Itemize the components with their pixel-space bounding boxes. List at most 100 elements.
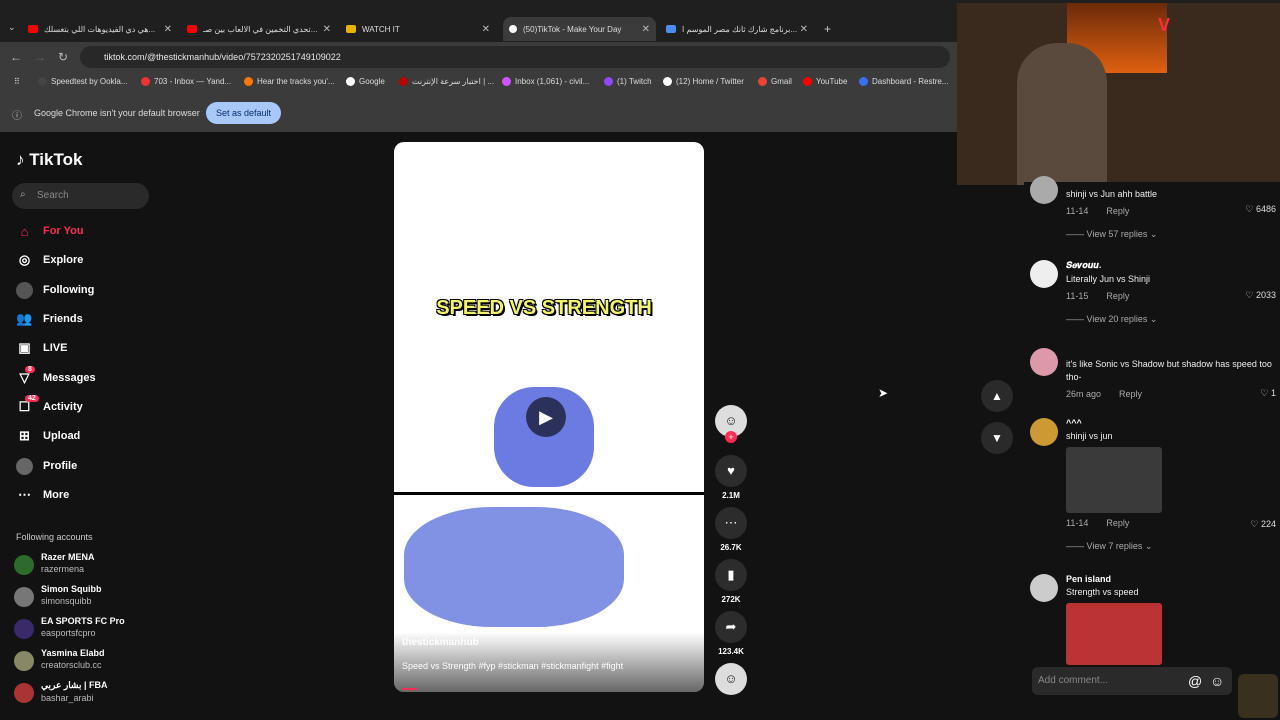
video-player[interactable]: SPEED VS STRENGTH ▶ thestickmanhub Speed… — [394, 142, 704, 692]
reply-button[interactable]: Reply — [1106, 206, 1129, 216]
close-icon[interactable]: ✕ — [642, 24, 650, 35]
comment-like[interactable]: ♡ 224 — [1250, 519, 1276, 530]
forward-icon[interactable]: → — [34, 50, 46, 64]
bookmark-1[interactable]: Speedtest by Ookla... — [38, 77, 128, 86]
url-field[interactable]: tiktok.com/@thestickmanhub/video/7572320… — [80, 46, 950, 68]
tiktok-logo[interactable]: ♪ TikTok — [16, 150, 82, 170]
comment-image[interactable] — [1066, 447, 1162, 513]
progress-bar[interactable] — [402, 688, 417, 690]
comment-like[interactable]: ♡ 2033 — [1245, 290, 1276, 301]
bookmark-3[interactable]: Hear the tracks you'... — [244, 77, 335, 86]
view-replies[interactable]: —— View 20 replies ⌄ — [1066, 314, 1276, 325]
close-icon[interactable]: ✕ — [164, 24, 172, 35]
nav-for-you[interactable]: ⌂ For You — [16, 221, 84, 241]
tab-4-active[interactable]: (50)TikTok - Make Your Day ✕ — [503, 17, 656, 41]
comment-like[interactable]: ♡ 1 — [1260, 388, 1276, 399]
nav-more[interactable]: ⋯ More — [16, 485, 69, 505]
avatar[interactable] — [1030, 176, 1058, 204]
close-icon[interactable]: ✕ — [482, 24, 490, 35]
tab-1[interactable]: هي دي الفيديوهات اللي بتغسلك... ✕ — [28, 17, 178, 41]
bookmark-10[interactable]: YouTube — [803, 77, 847, 86]
search-input[interactable]: ⌕ Search — [12, 183, 149, 209]
youtube-icon — [803, 77, 812, 86]
next-video-button[interactable]: ▼ — [981, 422, 1013, 454]
bookmark-11[interactable]: Dashboard - Restre... — [859, 77, 948, 86]
emoji-icon[interactable]: ☺ — [1210, 673, 1224, 689]
set-default-button[interactable]: Set as default — [206, 102, 281, 124]
account-yasmina[interactable]: Yasmina Elabd creatorsclub.cc — [14, 648, 105, 671]
account-simon[interactable]: Simon Squibb simonsquibb — [14, 584, 102, 607]
creator-avatar[interactable]: ☺ + — [714, 405, 748, 443]
new-tab-button[interactable]: + — [824, 22, 831, 36]
bookmark-8[interactable]: (12) Home / Twitter — [663, 77, 744, 86]
share-button[interactable]: ➦ 123.4K — [714, 611, 748, 656]
nav-label: Profile — [43, 460, 78, 472]
nav-following[interactable]: Following — [16, 280, 94, 300]
music-disc-icon: ☺ — [715, 663, 747, 695]
avatar[interactable] — [1030, 260, 1058, 288]
like-count: 6486 — [1255, 204, 1276, 214]
bookmark-9[interactable]: Gmail — [758, 77, 792, 86]
messages-badge: 8 — [25, 365, 35, 373]
tiktok-icon — [509, 25, 517, 33]
comment-author[interactable]: ^^^ — [1066, 418, 1276, 428]
nav-explore[interactable]: ◎ Explore — [16, 250, 84, 270]
tab-label: برنامج شارك ثانك مصر الموسم ا... — [682, 24, 798, 34]
nav-label: More — [43, 489, 70, 501]
account-name: Simon Squibb — [41, 584, 102, 594]
nav-friends[interactable]: 👥 Friends — [16, 309, 82, 329]
reply-button[interactable]: Reply — [1106, 518, 1129, 528]
comment-like[interactable]: ♡ 6486 — [1245, 204, 1276, 215]
view-replies[interactable]: —— View 7 replies ⌄ — [1066, 541, 1276, 552]
reply-button[interactable]: Reply — [1106, 291, 1129, 301]
nav-live[interactable]: ▣ LIVE — [16, 338, 67, 358]
compass-icon: ◎ — [18, 252, 31, 267]
apps-icon[interactable]: ⠿ — [14, 77, 20, 86]
tab-5[interactable]: برنامج شارك ثانك مصر الموسم ا... ✕ — [666, 17, 814, 41]
close-icon[interactable]: ✕ — [323, 24, 331, 35]
tab-2[interactable]: تحدي التخمين في الالعاب بين صـ... ✕ — [187, 17, 337, 41]
bookmark-4[interactable]: Google — [346, 77, 385, 86]
comment-author[interactable]: 𝑺𝒆𝒗𝒐𝒖𝒖. — [1066, 260, 1276, 271]
nav-messages[interactable]: ▽ 8 Messages — [16, 365, 96, 388]
account-ea[interactable]: EA SPORTS FC Pro easportsfcpro — [14, 616, 125, 639]
save-button[interactable]: ▮ 272K — [714, 559, 748, 604]
bookmark-2[interactable]: 703 - Inbox — Yand... — [141, 77, 231, 86]
avatar[interactable] — [1030, 574, 1058, 602]
tab-3[interactable]: WATCH IT ✕ — [346, 17, 496, 41]
avatar[interactable] — [1030, 418, 1058, 446]
comment-text: shinji vs Jun ahh battle — [1066, 189, 1158, 199]
back-icon[interactable]: ← — [10, 50, 22, 64]
avatar — [14, 587, 34, 607]
account-bashar[interactable]: بشار عربي | FBA bashar_arabi — [14, 680, 107, 703]
avatar[interactable] — [1030, 348, 1058, 376]
bookmark-6[interactable]: Inbox (1,061) - civil... — [502, 77, 589, 86]
account-razer[interactable]: Razer MENA razermena — [14, 552, 95, 575]
nav-profile[interactable]: Profile — [16, 456, 77, 476]
ookla-icon — [38, 77, 47, 86]
nav-label: Following — [43, 284, 95, 296]
account-name: Razer MENA — [41, 552, 95, 562]
close-icon[interactable]: ✕ — [800, 24, 808, 35]
bookmark-7[interactable]: (1) Twitch — [604, 77, 652, 86]
nav-activity[interactable]: ☐ 42 Activity — [16, 394, 83, 417]
nav-upload[interactable]: ⊞ Upload — [16, 426, 80, 446]
view-replies[interactable]: —— View 57 replies ⌄ — [1066, 229, 1276, 240]
play-button[interactable]: ▶ — [526, 397, 566, 437]
like-button[interactable]: ♥ 2.1M — [714, 455, 748, 500]
comment-button[interactable]: ⋯ 26.7K — [714, 507, 748, 552]
mention-icon[interactable]: @ — [1188, 673, 1202, 689]
music-disc[interactable]: ☺ — [714, 663, 748, 695]
tab-search-button[interactable]: ⌄ — [8, 22, 16, 33]
bookmark-5[interactable]: اختبار سرعة الإنترنت | ... — [399, 77, 494, 86]
previous-video-button[interactable]: ▲ — [981, 380, 1013, 412]
comment-author[interactable]: Pen island — [1066, 574, 1276, 584]
video-author[interactable]: thestickmanhub — [402, 637, 479, 648]
video-overlay-title: SPEED VS STRENGTH — [436, 297, 652, 319]
video-caption: Speed vs Strength #fyp #stickman #stickm… — [402, 661, 624, 671]
save-count: 272K — [721, 595, 741, 604]
reply-button[interactable]: Reply — [1119, 389, 1142, 399]
address-bar-row: ← → ↻ tiktok.com/@thestickmanhub/video/7… — [0, 42, 958, 72]
comment-image[interactable] — [1066, 603, 1162, 665]
reload-icon[interactable]: ↻ — [58, 50, 68, 64]
